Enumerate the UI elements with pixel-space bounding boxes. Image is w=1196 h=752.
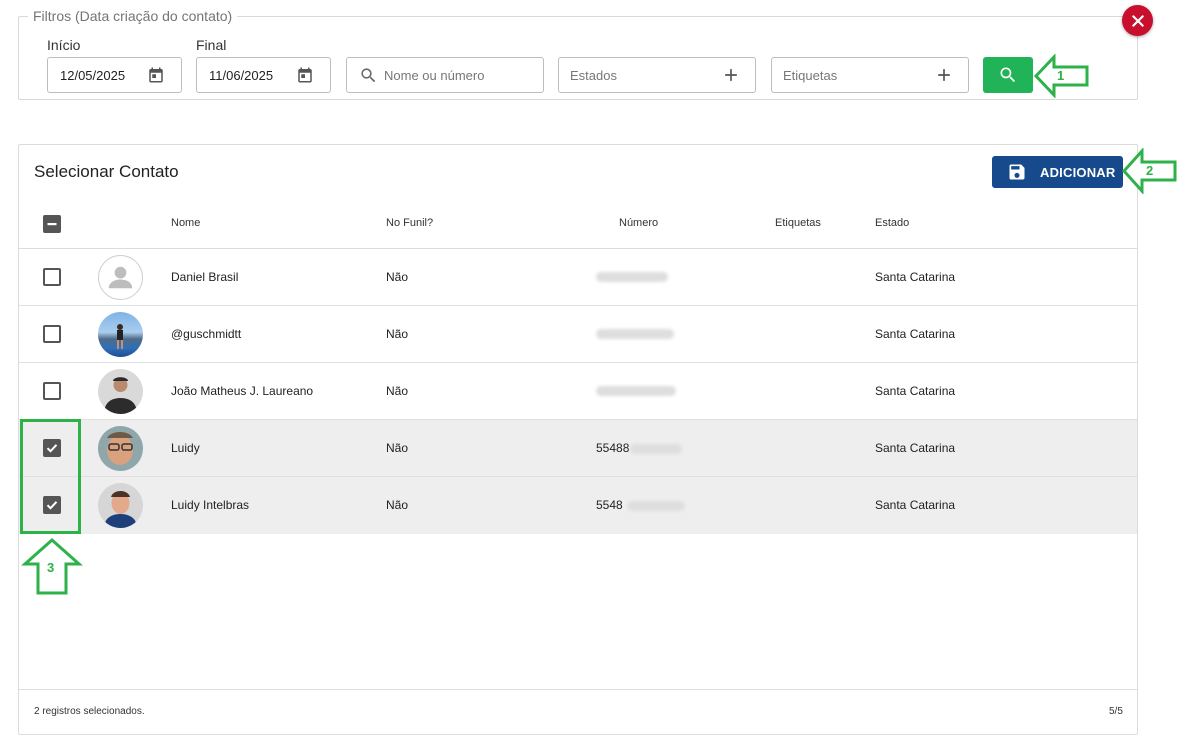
- contact-state: Santa Catarina: [875, 270, 956, 284]
- contact-number: 5548: [596, 498, 685, 512]
- annotation-number-3: 3: [47, 560, 55, 575]
- plus-icon[interactable]: [934, 65, 954, 85]
- states-select[interactable]: Estados: [558, 57, 756, 93]
- contact-funnel: Não: [386, 327, 409, 341]
- redacted-number: [630, 443, 683, 454]
- redacted-number: [596, 271, 668, 282]
- redacted-number: [626, 500, 685, 511]
- column-header-state[interactable]: Estado: [875, 217, 909, 229]
- column-header-funnel[interactable]: No Funil?: [386, 217, 433, 229]
- search-placeholder: Nome ou número: [384, 67, 485, 83]
- row-checkbox[interactable]: [43, 382, 61, 400]
- search-input[interactable]: Nome ou número: [346, 57, 544, 93]
- calendar-icon[interactable]: [296, 66, 314, 84]
- column-header-tags[interactable]: Etiquetas: [775, 217, 821, 229]
- search-button[interactable]: [983, 57, 1033, 93]
- filters-legend: Filtros (Data criação do contato): [28, 8, 238, 24]
- person-photo: [104, 491, 137, 528]
- search-icon: [1000, 67, 1016, 83]
- contact-name: Daniel Brasil: [171, 270, 239, 284]
- table-row[interactable]: João Matheus J. Laureano Não Santa Catar…: [19, 363, 1137, 420]
- column-header-name[interactable]: Nome: [171, 217, 200, 229]
- table-row[interactable]: Daniel Brasil Não Santa Catarina: [19, 249, 1137, 306]
- avatar: [98, 369, 143, 414]
- end-date-field[interactable]: 11/06/2025: [196, 57, 331, 93]
- annotation-number-2: 2: [1146, 163, 1154, 178]
- table-row[interactable]: @guschmidtt Não Santa Catarina: [19, 306, 1137, 363]
- add-button[interactable]: ADICIONAR: [992, 156, 1123, 188]
- avatar: [98, 312, 143, 357]
- contact-funnel: Não: [386, 441, 409, 455]
- contact-state: Santa Catarina: [875, 498, 956, 512]
- number-prefix: 55488: [596, 441, 630, 455]
- pagination-count: 5/5: [1109, 706, 1123, 717]
- start-date-value: 12/05/2025: [60, 67, 126, 83]
- close-button[interactable]: [1122, 5, 1153, 36]
- column-header-number[interactable]: Número: [619, 217, 658, 229]
- contact-number: [596, 383, 676, 397]
- redacted-number: [596, 328, 674, 339]
- person-photo: [107, 432, 133, 465]
- contact-funnel: Não: [386, 498, 409, 512]
- tags-placeholder: Etiquetas: [783, 67, 838, 83]
- avatar: [98, 483, 143, 528]
- end-date-value: 11/06/2025: [209, 67, 274, 83]
- close-icon: [1131, 14, 1144, 27]
- contact-number: [596, 269, 668, 283]
- table-row[interactable]: Luidy Não 55488 Santa Catarina: [19, 420, 1137, 477]
- row-checkbox[interactable]: [43, 268, 61, 286]
- contact-name: João Matheus J. Laureano: [171, 384, 314, 398]
- calendar-icon[interactable]: [147, 66, 165, 84]
- row-checkbox[interactable]: [43, 325, 61, 343]
- contact-panel: Selecionar Contato ADICIONAR Nome No Fun…: [18, 144, 1138, 735]
- contact-state: Santa Catarina: [875, 327, 956, 341]
- contact-state: Santa Catarina: [875, 384, 956, 398]
- start-date-label: Início: [47, 37, 81, 53]
- person-icon: [108, 266, 133, 289]
- number-prefix: 5548: [596, 498, 623, 512]
- annotation-number-1: 1: [1057, 68, 1065, 83]
- contact-name: Luidy: [171, 441, 200, 455]
- tags-select[interactable]: Etiquetas: [771, 57, 969, 93]
- start-date-field[interactable]: 12/05/2025: [47, 57, 182, 93]
- add-button-label: ADICIONAR: [1040, 164, 1116, 180]
- contact-name: Luidy Intelbras: [171, 498, 250, 512]
- contact-number: [596, 326, 674, 340]
- footer-divider: [19, 689, 1137, 690]
- contact-funnel: Não: [386, 384, 409, 398]
- annotation-box-3: [20, 419, 81, 534]
- contact-name: @guschmidtt: [171, 327, 242, 341]
- save-icon: [1009, 164, 1025, 180]
- end-date-label: Final: [196, 37, 227, 53]
- avatar: [98, 426, 143, 471]
- runner-photo: [117, 324, 123, 349]
- panel-title: Selecionar Contato: [34, 162, 179, 181]
- contact-state: Santa Catarina: [875, 441, 956, 455]
- table-row[interactable]: Luidy Intelbras Não 5548 Santa Catarina: [19, 477, 1137, 534]
- plus-icon[interactable]: [721, 65, 741, 85]
- states-placeholder: Estados: [570, 67, 617, 83]
- indeterminate-icon: [47, 223, 57, 226]
- person-photo: [104, 377, 137, 414]
- contact-number: 55488: [596, 441, 683, 455]
- redacted-number: [596, 385, 676, 396]
- contact-funnel: Não: [386, 270, 409, 284]
- selection-count-text: 2 registros selecionados.: [34, 706, 145, 717]
- select-all-checkbox[interactable]: [43, 215, 61, 233]
- avatar: [98, 255, 143, 300]
- search-icon: [361, 68, 376, 83]
